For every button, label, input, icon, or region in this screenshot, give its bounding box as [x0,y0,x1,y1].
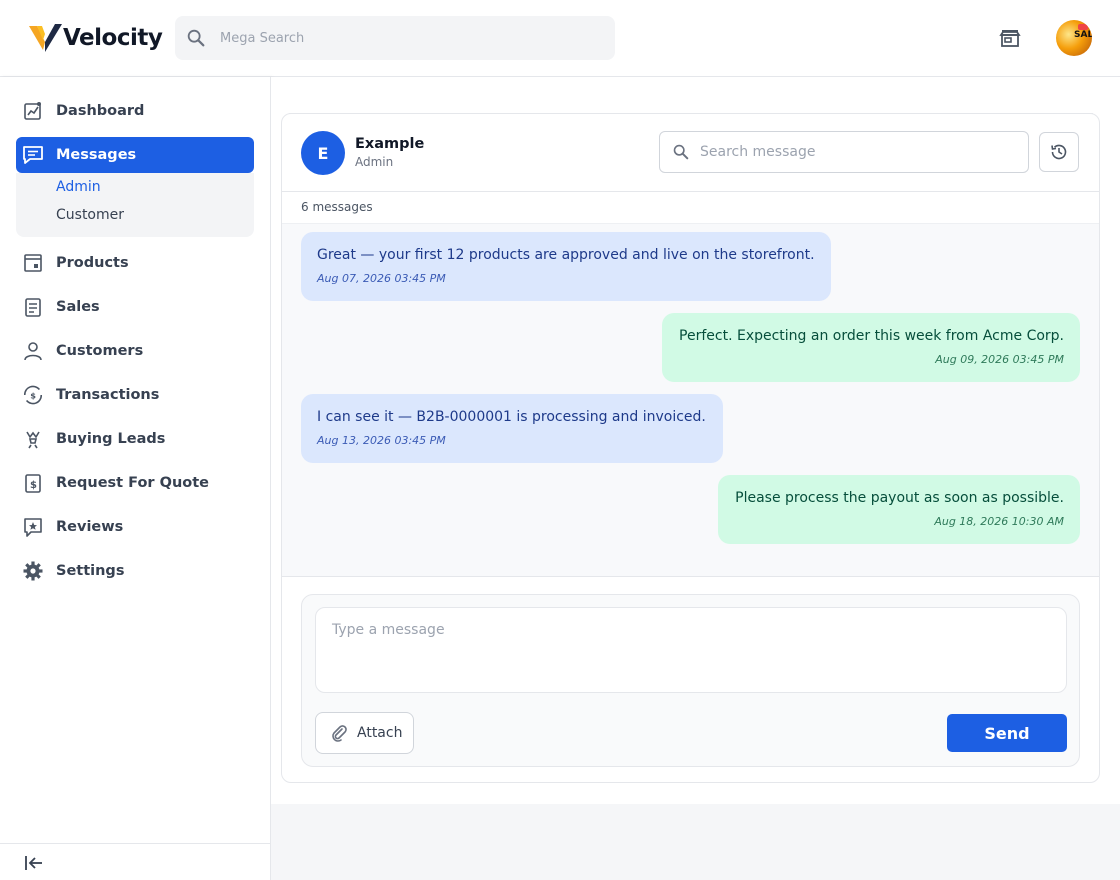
contact-avatar: E [301,131,345,175]
sidebar-item-customers[interactable]: Customers [16,333,254,369]
message-search-input[interactable] [700,144,1020,160]
sidebar-item-transactions[interactable]: $ Transactions [16,377,254,413]
message-text: Great — your first 12 products are appro… [317,247,815,263]
message-icon [22,144,44,166]
user-avatar[interactable]: SAL [1056,20,1092,56]
search-icon [187,29,205,47]
main-footer-area [271,804,1120,880]
submenu-item-customer[interactable]: Customer [56,207,124,223]
submenu-item-admin[interactable]: Admin [56,179,101,195]
history-button[interactable] [1039,132,1079,172]
brand-logo[interactable]: Velocity [28,22,163,54]
svg-text:$: $ [30,391,36,401]
message-bubble-incoming: I can see it — B2B-0000001 is processing… [301,394,723,463]
sidebar-item-label: Dashboard [56,103,145,119]
sidebar-item-label: Messages [56,147,137,163]
history-icon [1051,144,1067,160]
sidebar-item-request-for-quote[interactable]: $ Request For Quote [16,465,254,501]
message-search-box[interactable] [659,131,1029,173]
attach-label: Attach [357,725,403,741]
sidebar-item-label: Customers [56,343,144,359]
storefront-icon[interactable] [998,26,1022,50]
quote-icon: $ [22,472,44,494]
sidebar-footer [0,843,270,880]
transactions-icon: $ [22,384,44,406]
sidebar-item-label: Products [56,255,129,271]
sidebar-item-reviews[interactable]: Reviews [16,509,254,545]
mega-search-box[interactable] [175,16,615,60]
sales-clipboard-icon [22,296,44,318]
sidebar-item-label: Transactions [56,387,160,403]
mega-search-input[interactable] [220,30,600,46]
message-text: Please process the payout as soon as pos… [735,490,1064,506]
sidebar-item-label: Reviews [56,519,124,535]
velocity-logo-icon [29,24,62,52]
sidebar-item-buying-leads[interactable]: Buying Leads [16,421,254,457]
contact-name: Example [355,136,425,152]
search-icon [673,144,689,160]
message-bubble-incoming: Great — your first 12 products are appro… [301,232,831,301]
message-text: I can see it — B2B-0000001 is processing… [317,409,706,425]
sidebar-item-dashboard[interactable]: Dashboard [16,93,254,129]
chat-header: E Example Admin [282,114,1099,192]
sidebar-item-products[interactable]: Products [16,245,254,281]
attach-button[interactable]: Attach [315,712,414,754]
send-button[interactable]: Send [947,714,1067,752]
message-input[interactable] [315,607,1067,693]
message-count: 6 messages [301,200,373,214]
chat-panel: E Example Admin 6 messages Great — your … [281,113,1100,783]
products-icon [22,252,44,274]
sidebar-item-sales[interactable]: Sales [16,289,254,325]
message-count-bar: 6 messages [282,192,1099,224]
person-icon [22,340,44,362]
sidebar-item-messages[interactable]: Messages [16,137,254,173]
collapse-sidebar-icon[interactable] [24,854,44,872]
top-header: Velocity SAL [0,0,1120,77]
messages-submenu: Admin Customer [16,173,254,237]
message-bubble-outgoing: Please process the payout as soon as pos… [718,475,1080,544]
message-list: Great — your first 12 products are appro… [282,224,1099,577]
gear-icon [22,560,44,582]
brand-name: Velocity [63,25,163,51]
message-timestamp: Aug 09, 2026 03:45 PM [935,353,1064,366]
message-timestamp: Aug 18, 2026 10:30 AM [934,515,1064,528]
message-timestamp: Aug 13, 2026 03:45 PM [317,434,446,447]
message-composer: Attach Send [301,594,1080,767]
reviews-star-icon [22,516,44,538]
message-timestamp: Aug 07, 2026 03:45 PM [317,272,446,285]
avatar-badge-text: SAL [1074,30,1092,40]
message-bubble-outgoing: Perfect. Expecting an order this week fr… [662,313,1080,382]
paperclip-icon [332,725,347,742]
sidebar-item-label: Sales [56,299,100,315]
sidebar-item-label: Request For Quote [56,475,210,491]
sidebar-item-label: Buying Leads [56,431,166,447]
sidebar-item-label: Settings [56,563,125,579]
svg-text:$: $ [30,480,37,491]
contact-role: Admin [355,155,394,169]
dashboard-chart-icon [22,100,44,122]
sidebar: Dashboard Admin Customer Messages Produc… [0,77,271,880]
message-text: Perfect. Expecting an order this week fr… [679,328,1064,344]
sidebar-item-settings[interactable]: Settings [16,553,254,589]
buying-leads-icon [22,428,44,450]
